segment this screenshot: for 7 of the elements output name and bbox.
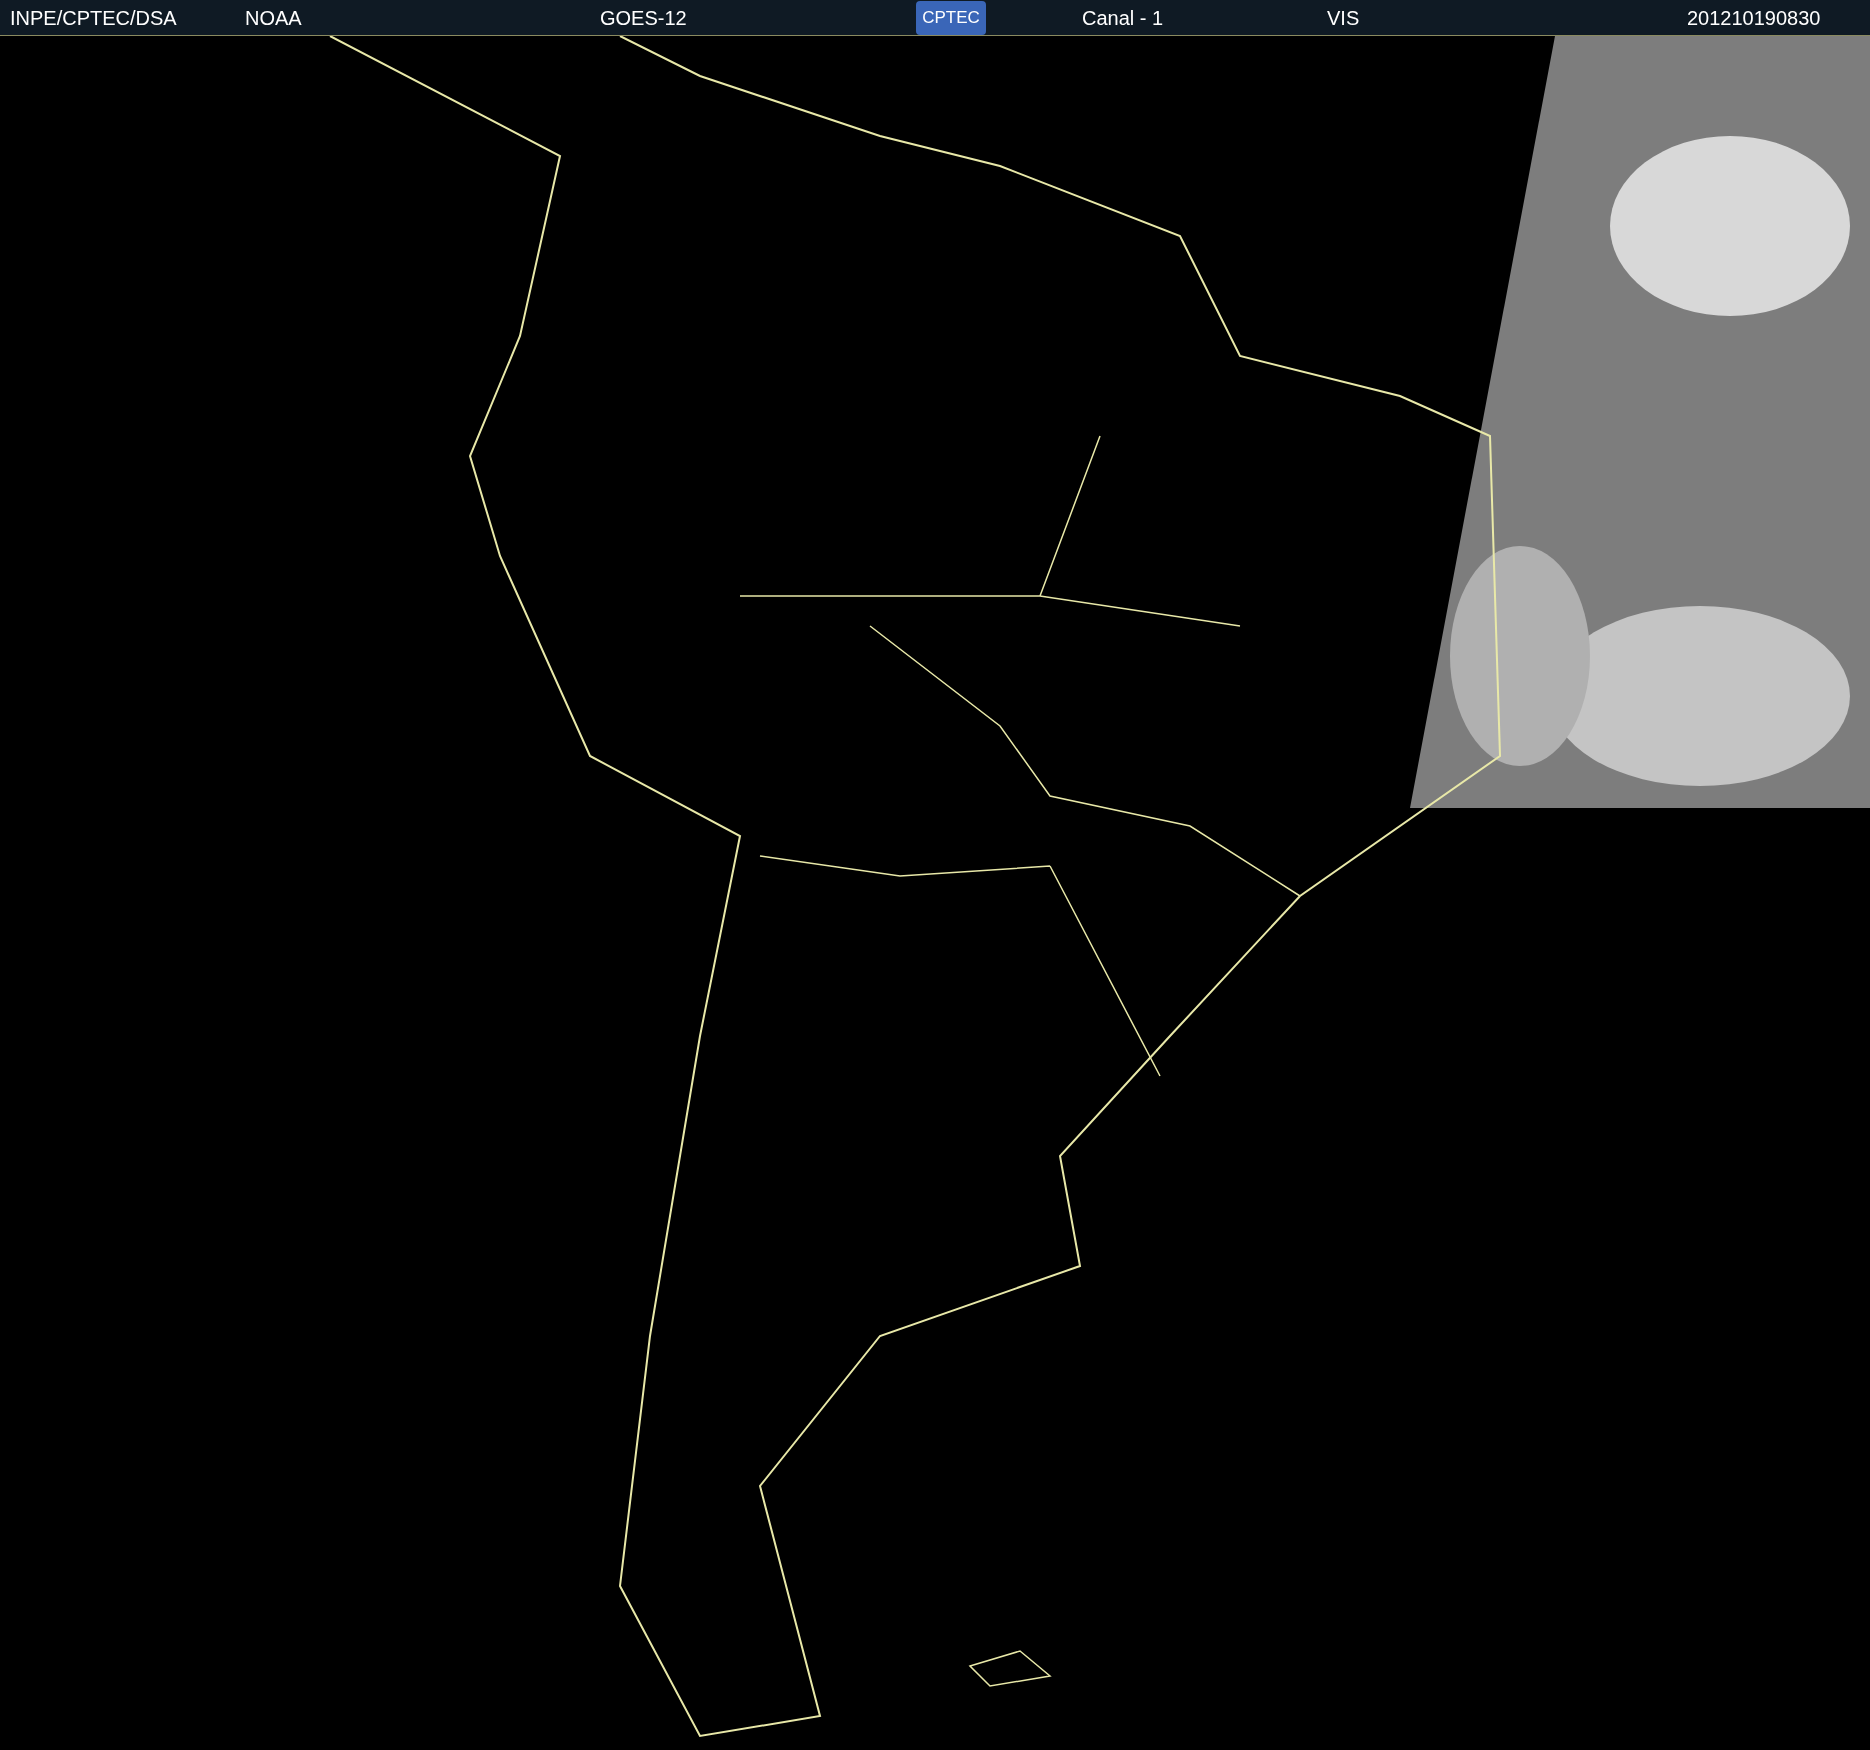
source-label: INPE/CPTEC/DSA — [10, 5, 178, 31]
logo: CPTEC — [916, 0, 986, 35]
timestamp-label: 201210190830 — [1687, 5, 1821, 31]
satellite-label: GOES-12 — [600, 5, 688, 31]
band-label: VIS — [1327, 5, 1361, 31]
channel-label: Canal - 1 — [1082, 5, 1165, 31]
agency-label: NOAA — [245, 5, 303, 31]
